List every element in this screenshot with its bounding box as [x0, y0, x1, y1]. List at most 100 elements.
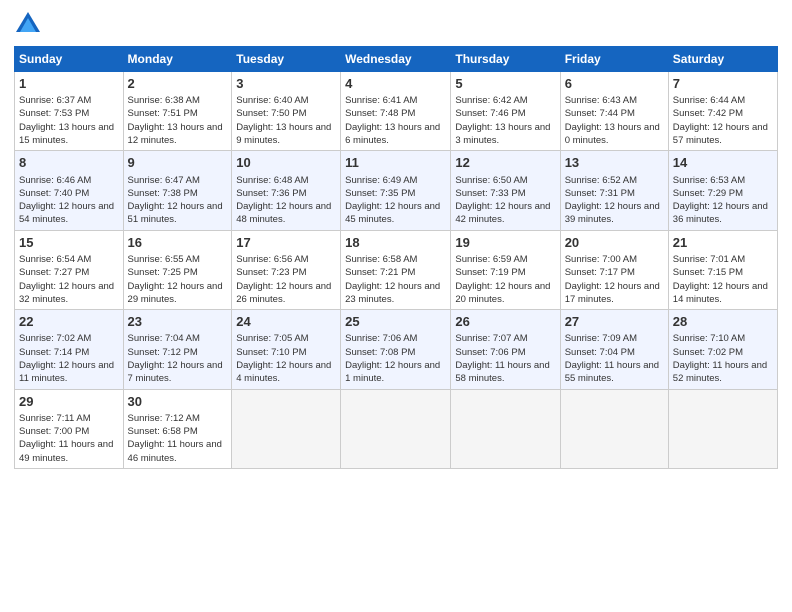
calendar-cell: 8 Sunrise: 6:46 AMSunset: 7:40 PMDaylight…	[15, 151, 124, 230]
calendar-cell: 22Sunrise: 7:02 AMSunset: 7:14 PMDayligh…	[15, 310, 124, 389]
calendar-cell: 4Sunrise: 6:41 AMSunset: 7:48 PMDaylight…	[341, 72, 451, 151]
day-number: 18	[345, 234, 446, 252]
day-number: 16	[128, 234, 228, 252]
day-info: Sunrise: 7:04 AMSunset: 7:12 PMDaylight:…	[128, 332, 228, 385]
column-header-friday: Friday	[560, 47, 668, 72]
day-info: Sunrise: 7:06 AMSunset: 7:08 PMDaylight:…	[345, 332, 446, 385]
calendar-cell	[668, 389, 777, 468]
day-number: 19	[455, 234, 555, 252]
day-number: 14	[673, 154, 773, 172]
calendar-cell: 24Sunrise: 7:05 AMSunset: 7:10 PMDayligh…	[232, 310, 341, 389]
calendar-cell: 28Sunrise: 7:10 AMSunset: 7:02 PMDayligh…	[668, 310, 777, 389]
day-info: Sunrise: 6:56 AMSunset: 7:23 PMDaylight:…	[236, 253, 336, 306]
column-header-wednesday: Wednesday	[341, 47, 451, 72]
day-info: Sunrise: 7:07 AMSunset: 7:06 PMDaylight:…	[455, 332, 555, 385]
calendar-cell: 20Sunrise: 7:00 AMSunset: 7:17 PMDayligh…	[560, 230, 668, 309]
day-number: 7	[673, 75, 773, 93]
day-info: Sunrise: 7:02 AMSunset: 7:14 PMDaylight:…	[19, 332, 119, 385]
day-info: Sunrise: 6:42 AMSunset: 7:46 PMDaylight:…	[455, 94, 555, 147]
column-header-sunday: Sunday	[15, 47, 124, 72]
day-info: Sunrise: 6:50 AMSunset: 7:33 PMDaylight:…	[455, 174, 555, 227]
day-number: 9	[128, 154, 228, 172]
day-info: Sunrise: 7:10 AMSunset: 7:02 PMDaylight:…	[673, 332, 773, 385]
day-number: 1	[19, 75, 119, 93]
day-info: Sunrise: 6:46 AMSunset: 7:40 PMDaylight:…	[19, 174, 119, 227]
calendar-cell: 30Sunrise: 7:12 AMSunset: 6:58 PMDayligh…	[123, 389, 232, 468]
day-number: 12	[455, 154, 555, 172]
day-info: Sunrise: 6:44 AMSunset: 7:42 PMDaylight:…	[673, 94, 773, 147]
calendar-cell: 21Sunrise: 7:01 AMSunset: 7:15 PMDayligh…	[668, 230, 777, 309]
day-info: Sunrise: 6:55 AMSunset: 7:25 PMDaylight:…	[128, 253, 228, 306]
day-info: Sunrise: 6:47 AMSunset: 7:38 PMDaylight:…	[128, 174, 228, 227]
day-number: 11	[345, 154, 446, 172]
calendar-cell: 2Sunrise: 6:38 AMSunset: 7:51 PMDaylight…	[123, 72, 232, 151]
day-number: 15	[19, 234, 119, 252]
calendar-cell: 11 Sunrise: 6:49 AMSunset: 7:35 PMDayligh…	[341, 151, 451, 230]
calendar-cell: 19Sunrise: 6:59 AMSunset: 7:19 PMDayligh…	[451, 230, 560, 309]
day-info: Sunrise: 7:00 AMSunset: 7:17 PMDaylight:…	[565, 253, 664, 306]
column-header-tuesday: Tuesday	[232, 47, 341, 72]
calendar-table: SundayMondayTuesdayWednesdayThursdayFrid…	[14, 46, 778, 469]
calendar-cell	[232, 389, 341, 468]
calendar-cell: 6Sunrise: 6:43 AMSunset: 7:44 PMDaylight…	[560, 72, 668, 151]
calendar-cell	[341, 389, 451, 468]
page-header	[14, 10, 778, 38]
day-info: Sunrise: 6:41 AMSunset: 7:48 PMDaylight:…	[345, 94, 446, 147]
day-number: 23	[128, 313, 228, 331]
calendar-cell: 13 Sunrise: 6:52 AMSunset: 7:31 PMDayligh…	[560, 151, 668, 230]
calendar-cell: 15Sunrise: 6:54 AMSunset: 7:27 PMDayligh…	[15, 230, 124, 309]
calendar-week-row: 29Sunrise: 7:11 AMSunset: 7:00 PMDayligh…	[15, 389, 778, 468]
column-header-monday: Monday	[123, 47, 232, 72]
calendar-week-row: 8 Sunrise: 6:46 AMSunset: 7:40 PMDaylight…	[15, 151, 778, 230]
day-number: 26	[455, 313, 555, 331]
day-info: Sunrise: 6:49 AMSunset: 7:35 PMDaylight:…	[345, 174, 446, 227]
calendar-week-row: 15Sunrise: 6:54 AMSunset: 7:27 PMDayligh…	[15, 230, 778, 309]
day-number: 13	[565, 154, 664, 172]
logo	[14, 10, 46, 38]
day-info: Sunrise: 6:54 AMSunset: 7:27 PMDaylight:…	[19, 253, 119, 306]
day-number: 8	[19, 154, 119, 172]
calendar-cell: 10 Sunrise: 6:48 AMSunset: 7:36 PMDayligh…	[232, 151, 341, 230]
day-info: Sunrise: 7:11 AMSunset: 7:00 PMDaylight:…	[19, 412, 119, 465]
calendar-week-row: 1Sunrise: 6:37 AMSunset: 7:53 PMDaylight…	[15, 72, 778, 151]
day-info: Sunrise: 6:40 AMSunset: 7:50 PMDaylight:…	[236, 94, 336, 147]
calendar-cell: 3Sunrise: 6:40 AMSunset: 7:50 PMDaylight…	[232, 72, 341, 151]
day-info: Sunrise: 6:59 AMSunset: 7:19 PMDaylight:…	[455, 253, 555, 306]
day-number: 20	[565, 234, 664, 252]
day-info: Sunrise: 6:48 AMSunset: 7:36 PMDaylight:…	[236, 174, 336, 227]
calendar-cell: 25Sunrise: 7:06 AMSunset: 7:08 PMDayligh…	[341, 310, 451, 389]
day-number: 3	[236, 75, 336, 93]
day-number: 17	[236, 234, 336, 252]
day-number: 22	[19, 313, 119, 331]
column-header-saturday: Saturday	[668, 47, 777, 72]
day-info: Sunrise: 7:05 AMSunset: 7:10 PMDaylight:…	[236, 332, 336, 385]
day-number: 28	[673, 313, 773, 331]
day-number: 24	[236, 313, 336, 331]
day-number: 30	[128, 393, 228, 411]
page-container: SundayMondayTuesdayWednesdayThursdayFrid…	[0, 0, 792, 479]
calendar-cell	[451, 389, 560, 468]
day-number: 27	[565, 313, 664, 331]
column-header-thursday: Thursday	[451, 47, 560, 72]
calendar-body: 1Sunrise: 6:37 AMSunset: 7:53 PMDaylight…	[15, 72, 778, 469]
day-info: Sunrise: 7:09 AMSunset: 7:04 PMDaylight:…	[565, 332, 664, 385]
calendar-cell: 7Sunrise: 6:44 AMSunset: 7:42 PMDaylight…	[668, 72, 777, 151]
calendar-header-row: SundayMondayTuesdayWednesdayThursdayFrid…	[15, 47, 778, 72]
day-number: 21	[673, 234, 773, 252]
calendar-cell: 18Sunrise: 6:58 AMSunset: 7:21 PMDayligh…	[341, 230, 451, 309]
day-number: 25	[345, 313, 446, 331]
day-number: 5	[455, 75, 555, 93]
calendar-cell: 14 Sunrise: 6:53 AMSunset: 7:29 PMDayligh…	[668, 151, 777, 230]
day-number: 10	[236, 154, 336, 172]
calendar-cell: 1Sunrise: 6:37 AMSunset: 7:53 PMDaylight…	[15, 72, 124, 151]
calendar-cell: 23Sunrise: 7:04 AMSunset: 7:12 PMDayligh…	[123, 310, 232, 389]
calendar-cell: 27Sunrise: 7:09 AMSunset: 7:04 PMDayligh…	[560, 310, 668, 389]
calendar-cell: 26Sunrise: 7:07 AMSunset: 7:06 PMDayligh…	[451, 310, 560, 389]
day-info: Sunrise: 6:38 AMSunset: 7:51 PMDaylight:…	[128, 94, 228, 147]
calendar-cell: 17Sunrise: 6:56 AMSunset: 7:23 PMDayligh…	[232, 230, 341, 309]
day-info: Sunrise: 6:53 AMSunset: 7:29 PMDaylight:…	[673, 174, 773, 227]
day-info: Sunrise: 6:37 AMSunset: 7:53 PMDaylight:…	[19, 94, 119, 147]
day-number: 2	[128, 75, 228, 93]
day-info: Sunrise: 6:52 AMSunset: 7:31 PMDaylight:…	[565, 174, 664, 227]
day-info: Sunrise: 7:01 AMSunset: 7:15 PMDaylight:…	[673, 253, 773, 306]
